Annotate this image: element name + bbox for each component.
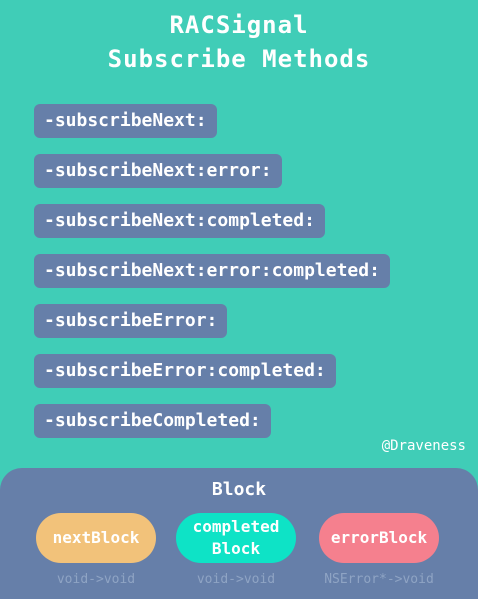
error-block-signature: NSError*->void [324, 572, 434, 587]
author-credit: @Draveness [381, 438, 466, 454]
block-panel-title: Block [211, 479, 267, 500]
method-subscribe-next: -subscribeNext: [34, 104, 217, 138]
method-subscribe-completed: -subscribeCompleted: [34, 404, 271, 438]
error-block-pill: errorBlock [319, 513, 439, 563]
method-subscribe-error-completed: -subscribeError:completed: [34, 354, 336, 388]
method-subscribe-next-completed: -subscribeNext:completed: [34, 204, 325, 238]
completed-block-label-line-1: completed [192, 517, 280, 536]
method-list: -subscribeNext: -subscribeNext:error: -s… [34, 104, 390, 454]
method-subscribe-next-error: -subscribeNext:error: [34, 154, 282, 188]
error-block-label: errorBlock [330, 528, 428, 547]
next-block-pill: nextBlock [36, 513, 156, 563]
diagram-title-line-1: RACSignal [169, 11, 309, 39]
completed-block-signature: void->void [196, 572, 276, 587]
completed-block-label-line-2: Block [211, 539, 261, 558]
next-block-label: nextBlock [52, 528, 140, 547]
next-block-signature: void->void [56, 572, 136, 587]
method-subscribe-next-error-completed: -subscribeNext:error:completed: [34, 254, 390, 288]
method-subscribe-error: -subscribeError: [34, 304, 228, 338]
completed-block-pill: completed Block [176, 513, 296, 563]
diagram-title-line-2: Subscribe Methods [107, 45, 371, 73]
